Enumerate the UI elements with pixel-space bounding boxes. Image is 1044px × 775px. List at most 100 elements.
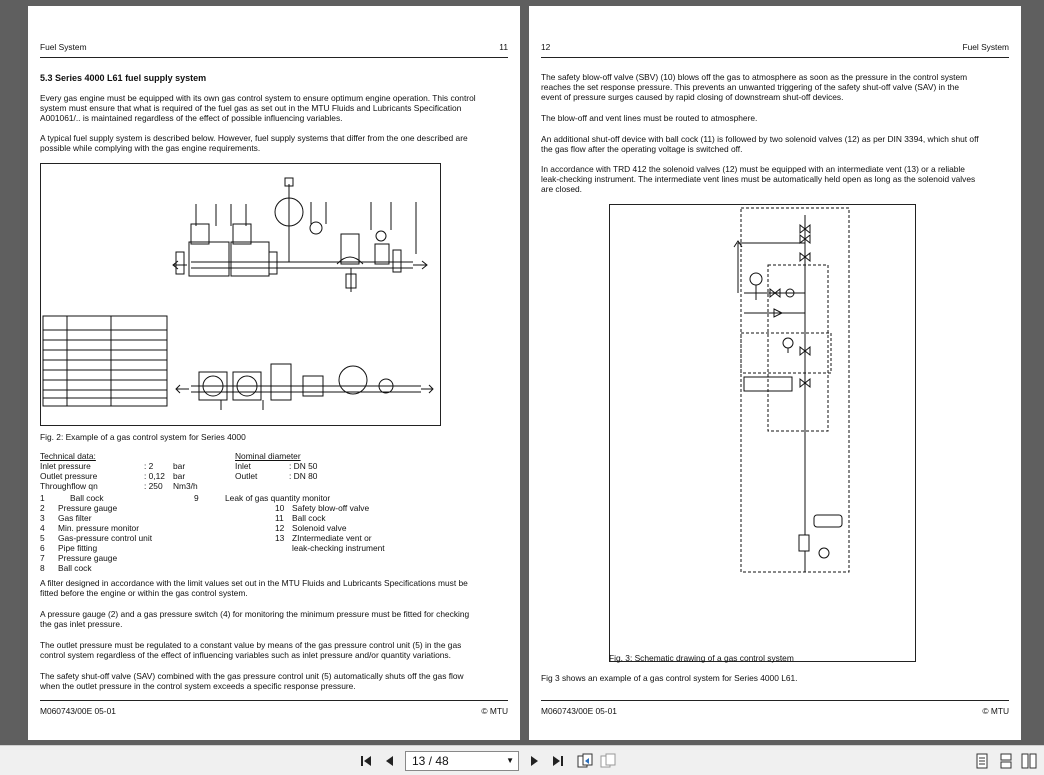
- item-text: Pipe fitting: [58, 543, 98, 553]
- page-footer: M060743/00E 05-01 © MTU: [541, 700, 1009, 716]
- item-number: 11: [275, 513, 284, 523]
- tech-row: Inlet pressure : 2 bar: [40, 461, 240, 471]
- item-number: 9: [194, 493, 199, 503]
- list-item: 6 Pipe fitting: [40, 543, 210, 553]
- tech-row: Outlet pressure : 0,12 bar: [40, 471, 240, 481]
- paragraph: A pressure gauge (2) and a gas pressure …: [40, 609, 470, 629]
- gas-control-diagram: [42, 177, 434, 410]
- item-number: 4: [40, 523, 45, 533]
- nominal-title: Nominal diameter: [235, 451, 301, 461]
- doc-number: M060743/00E 05-01: [40, 706, 116, 716]
- tech-value: : 250: [144, 481, 163, 491]
- item-number: 12: [275, 523, 285, 533]
- item-number: 2: [40, 503, 45, 513]
- page-header: 12 Fuel System: [541, 42, 1009, 58]
- page-number-field[interactable]: 13 / 48 ▼: [405, 751, 519, 771]
- nominal-value: : DN 80: [289, 471, 318, 481]
- list-item: 13 ZIntermediate vent or: [275, 533, 445, 543]
- two-page-view-icon[interactable]: [1020, 752, 1038, 770]
- item-text: Min. pressure monitor: [58, 523, 139, 533]
- tech-unit: bar: [173, 461, 186, 471]
- list-item: 4 Min. pressure monitor: [40, 523, 210, 533]
- list-item: 5 Gas-pressure control unit: [40, 533, 210, 543]
- item-text: Gas filter: [58, 513, 92, 523]
- tech-label: Outlet pressure: [40, 471, 98, 481]
- tech-label: Throughflow qn: [40, 481, 98, 491]
- paragraph: The outlet pressure must be regulated to…: [40, 640, 462, 660]
- item-number: 1: [40, 493, 45, 503]
- list-item: 10 Safety blow-off valve: [275, 503, 445, 513]
- nominal-row: Inlet : DN 50: [235, 461, 355, 471]
- paragraph: The safety blow-off valve (SBV) (10) blo…: [541, 72, 968, 102]
- item-text: Ball cock: [292, 513, 326, 523]
- item-text: Ball cock: [58, 563, 92, 573]
- item-text: Safety blow-off valve: [292, 503, 370, 513]
- page-11: Fuel System 11 5.3 Series 4000 L61 fuel …: [28, 6, 520, 740]
- viewer-toolbar: 13 / 48 ▼: [0, 745, 1044, 775]
- nominal-label: Outlet: [235, 471, 258, 481]
- tech-title: Technical data:: [40, 451, 96, 461]
- figure-schematic: [609, 204, 916, 662]
- item-number: 7: [40, 553, 45, 563]
- paragraph: A typical fuel supply system is describe…: [40, 133, 468, 153]
- item-number: 13: [275, 533, 285, 543]
- section-title: 5.3 Series 4000 L61 fuel supply system: [40, 73, 207, 83]
- item-text: Ball cock: [70, 493, 104, 503]
- doc-number: M060743/00E 05-01: [541, 706, 617, 716]
- technical-data: Technical data: Inlet pressure : 2 bar O…: [40, 451, 240, 491]
- tech-label: Inlet pressure: [40, 461, 91, 471]
- go-back-icon[interactable]: [576, 752, 594, 770]
- previous-page-icon[interactable]: [381, 752, 399, 770]
- document-viewport[interactable]: Fuel System 11 5.3 Series 4000 L61 fuel …: [0, 0, 1044, 745]
- chevron-down-icon[interactable]: ▼: [506, 752, 514, 770]
- item-number: 6: [40, 543, 45, 553]
- item-number: 5: [40, 533, 45, 543]
- page-number: 12: [541, 42, 551, 52]
- tech-row: Throughflow qn : 250 Nm3/h: [40, 481, 240, 491]
- nominal-diameter: Nominal diameter Inlet : DN 50 Outlet : …: [235, 451, 355, 481]
- list-item: leak-checking instrument: [275, 543, 445, 553]
- list-item: 3 Gas filter: [40, 513, 210, 523]
- figure-caption: Fig. 3: Schematic drawing of a gas contr…: [609, 653, 794, 663]
- item-text: Pressure gauge: [58, 553, 118, 563]
- item-text: Leak of gas quantity monitor: [225, 493, 331, 503]
- page-header: Fuel System 11: [40, 42, 508, 58]
- item-text: Pressure gauge: [58, 503, 118, 513]
- figure-gas-control-system: [40, 163, 441, 426]
- first-page-icon[interactable]: [357, 752, 375, 770]
- item-number: 3: [40, 513, 45, 523]
- copyright: © MTU: [982, 706, 1009, 716]
- paragraph: An additional shut-off device with ball …: [541, 134, 979, 154]
- list-item: 12 Solenoid valve: [275, 523, 445, 533]
- single-page-view-icon[interactable]: [973, 752, 991, 770]
- go-forward-icon[interactable]: [599, 752, 617, 770]
- item-text: leak-checking instrument: [292, 543, 385, 553]
- tech-unit: bar: [173, 471, 186, 481]
- copyright: © MTU: [481, 706, 508, 716]
- list-item: 11 Ball cock: [275, 513, 445, 523]
- tech-value: : 2: [144, 461, 154, 471]
- item-text: ZIntermediate vent or: [292, 533, 372, 543]
- item-number: 10: [275, 503, 285, 513]
- list-item: 9 Leak of gas quantity monitor: [194, 493, 394, 503]
- page-number: 11: [499, 42, 508, 52]
- paragraph: In accordance with TRD 412 the solenoid …: [541, 164, 976, 194]
- list-item: 7 Pressure gauge: [40, 553, 210, 563]
- last-page-icon[interactable]: [549, 752, 567, 770]
- nominal-value: : DN 50: [289, 461, 318, 471]
- parts-list-left: 1 Ball cock 2 Pressure gauge 3 Gas filter 4…: [40, 493, 210, 573]
- header-title: Fuel System: [962, 42, 1009, 52]
- list-item: 8 Ball cock: [40, 563, 210, 573]
- nominal-row: Outlet : DN 80: [235, 471, 355, 481]
- item-text: Solenoid valve: [292, 523, 347, 533]
- nominal-label: Inlet: [235, 461, 251, 471]
- parts-list-item-9: 9 Leak of gas quantity monitor: [194, 493, 394, 503]
- list-item: 2 Pressure gauge: [40, 503, 210, 513]
- tech-unit: Nm3/h: [173, 481, 198, 491]
- paragraph: The safety shut-off valve (SAV) combined…: [40, 671, 464, 691]
- item-number: 8: [40, 563, 45, 573]
- continuous-view-icon[interactable]: [997, 752, 1015, 770]
- paragraph: A filter designed in accordance with the…: [40, 578, 468, 598]
- next-page-icon[interactable]: [525, 752, 543, 770]
- page-display: 13 / 48: [412, 754, 449, 768]
